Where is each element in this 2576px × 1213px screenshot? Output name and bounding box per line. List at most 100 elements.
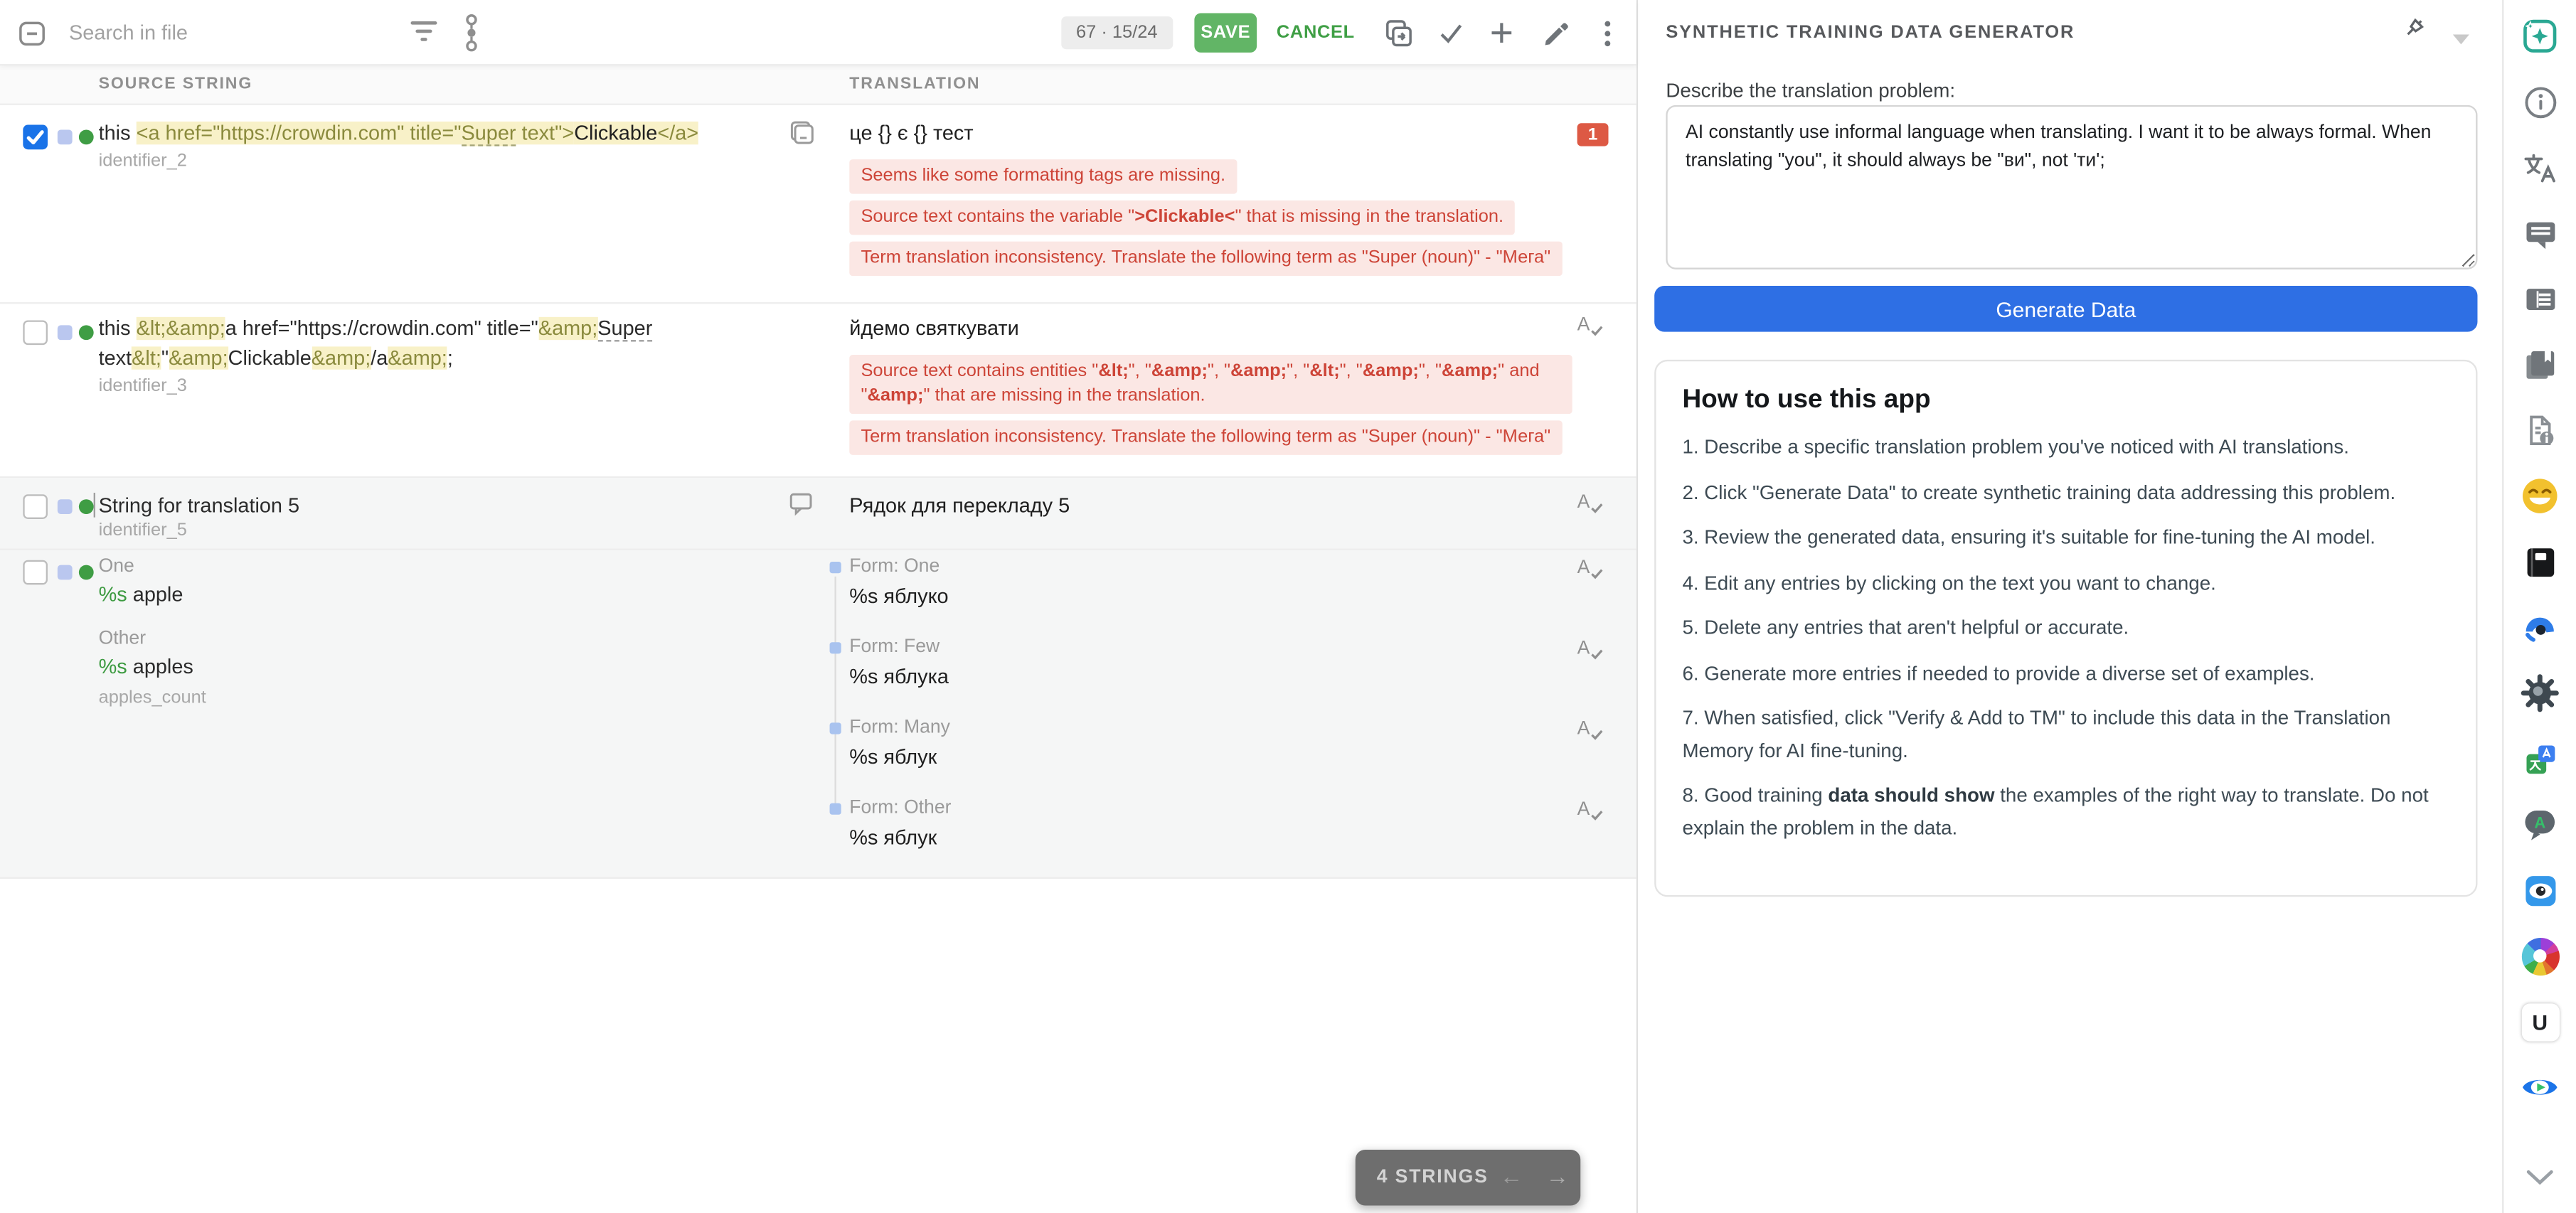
row-checkbox-checked[interactable]	[23, 125, 48, 150]
pin-icon[interactable]	[2400, 16, 2428, 53]
source-string[interactable]: %s apple	[99, 583, 183, 606]
howto-step: 1. Describe a specific translation probl…	[1682, 432, 2449, 464]
table-row[interactable]: this <a href="https://crowdin.com" title…	[0, 105, 1636, 304]
generate-data-button[interactable]: Generate Data	[1654, 286, 2477, 332]
translated-dot-icon	[79, 129, 94, 144]
prev-page-icon[interactable]: ←	[1500, 1163, 1523, 1189]
form-label: Form: One	[849, 557, 940, 577]
howto-step: 5. Delete any entries that aren't helpfu…	[1682, 613, 2449, 645]
row-checkbox[interactable]	[23, 320, 48, 345]
ai-generator-icon[interactable]	[2521, 16, 2560, 55]
color-wheel-icon[interactable]	[2521, 936, 2560, 976]
howto-step: 4. Edit any entries by clicking on the t…	[1682, 567, 2449, 599]
add-string-icon[interactable]	[1485, 16, 1518, 49]
gear-icon[interactable]	[2521, 673, 2560, 712]
translation-text[interactable]: це {} є {} тест	[849, 118, 1572, 148]
more-menu-icon[interactable]	[1590, 16, 1623, 49]
translated-dot-icon	[79, 325, 94, 340]
source-column-header: SOURCE STRING	[99, 75, 253, 93]
machine-translation-icon[interactable]	[2521, 739, 2560, 779]
howto-title: How to use this app	[1682, 386, 2449, 416]
comments-icon[interactable]	[2521, 213, 2560, 252]
panel-title: SYNTHETIC TRAINING DATA GENERATOR	[1666, 23, 2075, 43]
info-icon[interactable]	[2521, 82, 2560, 122]
next-page-icon[interactable]: →	[1546, 1163, 1569, 1189]
edit-pencil-icon[interactable]	[1538, 16, 1570, 49]
howto-step: 2. Click "Generate Data" to create synth…	[1682, 477, 2449, 509]
table-row[interactable]: this &lt;&amp;a href="https://crowdin.co…	[0, 304, 1636, 478]
context-icon[interactable]	[2521, 279, 2560, 319]
duplicate-icon[interactable]	[789, 120, 815, 155]
translation-text[interactable]: Рядок для перекладу 5	[849, 491, 1572, 521]
form-marker-icon	[830, 642, 841, 653]
approve-check-icon[interactable]	[1435, 16, 1467, 49]
preview-icon[interactable]	[2521, 1068, 2560, 1107]
cancel-button[interactable]: CANCEL	[1277, 13, 1355, 52]
translation-editor: 67 · 15/24 SAVE CANCEL SOURCE STRING TRA…	[0, 0, 1636, 1213]
glossary-icon[interactable]	[2521, 345, 2560, 384]
editor-toolbar: 67 · 15/24 SAVE CANCEL	[0, 0, 1636, 65]
notebook-icon[interactable]	[2521, 542, 2560, 581]
translation-text[interactable]: йдемо святкувати	[849, 314, 1572, 343]
plural-form-label: Other	[99, 629, 146, 649]
collapse-sidebar-icon[interactable]	[18, 20, 46, 48]
table-header: SOURCE STRING TRANSLATION	[0, 65, 1636, 105]
source-string[interactable]: this &lt;&amp;a href="https://crowdin.co…	[99, 314, 760, 373]
table-row[interactable]: One %s apple Other %s apples apples_coun…	[0, 550, 1636, 879]
table-row[interactable]: String for translation 5 identifier_5 Ря…	[0, 478, 1636, 550]
row-checkbox[interactable]	[23, 494, 48, 519]
translation-text[interactable]: %s яблуко	[849, 584, 948, 607]
copy-source-icon[interactable]	[1382, 16, 1415, 49]
problem-textarea[interactable]: AI constantly use informal language when…	[1666, 105, 2477, 269]
source-string[interactable]: this <a href="https://crowdin.com" title…	[99, 118, 760, 148]
svg-text:A: A	[2534, 814, 2545, 832]
eye-app-icon[interactable]	[2521, 870, 2560, 909]
translation-column-header: TRANSLATION	[849, 75, 980, 93]
filter-icon[interactable]	[409, 21, 437, 44]
u-app-icon[interactable]: U	[2521, 1002, 2560, 1041]
comment-icon[interactable]	[789, 491, 814, 524]
form-label: Form: Few	[849, 637, 940, 657]
qa-errors: Seems like some formatting tags are miss…	[849, 153, 1572, 276]
spellcheck-icon[interactable]: A	[1577, 639, 1604, 662]
chevron-down-icon[interactable]	[2521, 1157, 2560, 1196]
translated-dot-icon	[79, 565, 94, 580]
save-button[interactable]: SAVE	[1194, 13, 1257, 52]
spellcheck-icon[interactable]: A	[1577, 720, 1604, 742]
howto-card: How to use this app 1. Describe a specif…	[1654, 360, 2477, 897]
qa-issues-badge[interactable]: 1	[1577, 123, 1609, 146]
spellcheck-icon[interactable]: A	[1577, 800, 1604, 823]
translate-icon[interactable]	[2521, 148, 2560, 187]
string-identifier: identifier_3	[99, 376, 187, 396]
file-info-icon[interactable]	[2521, 411, 2560, 450]
plural-form-label: One	[99, 557, 134, 577]
strings-count-label: 4 STRINGS	[1377, 1167, 1489, 1187]
qa-error-message: Seems like some formatting tags are miss…	[849, 159, 1237, 194]
row-checkbox[interactable]	[23, 560, 48, 585]
howto-step: 6. Generate more entries if needed to pr…	[1682, 658, 2449, 690]
status-square-icon	[58, 129, 73, 144]
translation-text[interactable]: %s яблука	[849, 666, 949, 688]
crowdin-editor-window: 67 · 15/24 SAVE CANCEL SOURCE STRING TRA…	[0, 0, 2576, 1213]
form-marker-icon	[830, 803, 841, 815]
translation-text[interactable]: %s яблук	[849, 826, 937, 849]
form-marker-icon	[830, 722, 841, 734]
spellcheck-icon[interactable]: A	[1577, 493, 1604, 515]
spellcheck-icon[interactable]: A	[1577, 316, 1604, 338]
source-string[interactable]: %s apples	[99, 656, 193, 678]
apps-rail: A U	[2502, 0, 2576, 1213]
form-marker-icon	[830, 562, 841, 573]
emoji-icon[interactable]	[2521, 476, 2560, 515]
search-input[interactable]	[69, 0, 381, 64]
spellcheck-icon[interactable]: A	[1577, 558, 1604, 581]
string-counter: 67 · 15/24	[1061, 16, 1172, 49]
chat-a-icon[interactable]: A	[2521, 805, 2560, 844]
source-string[interactable]: String for translation 5	[99, 491, 760, 521]
chevron-down-icon[interactable]	[2453, 25, 2469, 55]
string-identifier: apples_count	[99, 688, 206, 708]
helmet-icon[interactable]	[2521, 608, 2560, 647]
qa-errors: Source text contains entities "&lt;", "&…	[849, 348, 1572, 455]
translation-text[interactable]: %s яблук	[849, 746, 937, 769]
concordance-icon[interactable]	[463, 13, 479, 60]
string-identifier: identifier_2	[99, 151, 187, 171]
